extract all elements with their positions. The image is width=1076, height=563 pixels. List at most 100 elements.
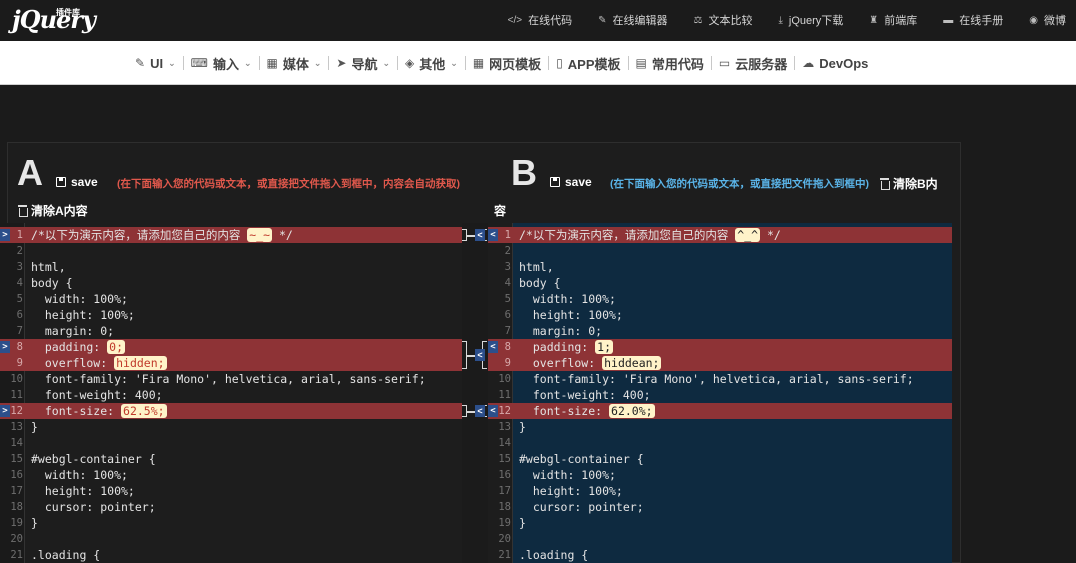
code-segment: font-size: <box>31 404 122 418</box>
panel-b-hint: (在下面输入您的代码或文本，或直接把文件拖入到框中) <box>610 178 869 190</box>
merge-arrow-icon[interactable]: > <box>0 229 10 241</box>
code-text: body { <box>31 276 73 290</box>
line-number: 16 <box>498 469 511 481</box>
site-logo[interactable]: jQuery 插件库 <box>12 5 96 35</box>
code-line: 14 <box>0 435 462 451</box>
top-link-label: 在线手册 <box>959 15 1004 27</box>
line-number: 4 <box>16 277 23 289</box>
merge-connector: < < < <box>462 223 488 563</box>
code-text: } <box>31 516 38 530</box>
code-line: 12 < font-size: 62.0%; <box>488 403 952 419</box>
diff-highlight: 62.0%; <box>609 404 655 418</box>
trash-icon <box>18 205 28 217</box>
line-number: 6 <box>504 309 511 321</box>
code-line: 8 < padding: 1; <box>488 339 952 355</box>
merge-left-arrow-icon[interactable]: < <box>475 229 485 241</box>
code-text: .loading { <box>31 548 101 562</box>
line-number: 3 <box>16 261 23 273</box>
merge-left-arrow-icon[interactable]: < <box>475 349 485 361</box>
floppy-icon <box>550 177 560 187</box>
editor-b[interactable]: 1 </*以下为演示内容，请添加您自己的内容 ^_^ */2 3 html, 4 body… <box>488 223 952 563</box>
code-line: 9 overflow: hiddean; <box>488 355 952 371</box>
nav-item-5[interactable]: ▦ 网页模板 <box>466 54 548 73</box>
line-number: 11 <box>498 389 511 401</box>
nav-item-1[interactable]: ⌨ 输入 ⌄ <box>184 54 259 73</box>
merge-arrow-icon[interactable]: < <box>488 229 498 241</box>
editor-a[interactable]: 1 >/*以下为演示内容，请添加您自己的内容 ~_~ */2 3 html, 4 body… <box>0 223 462 563</box>
weibo-icon: ◉ <box>1029 14 1038 26</box>
nav-item-6[interactable]: ▯ APP模板 <box>549 54 627 73</box>
code-text: #webgl-container { <box>31 452 156 466</box>
logo-text: jQuery <box>12 5 96 34</box>
code-text: .loading { <box>519 548 589 562</box>
nav-item-7[interactable]: ▤ 常用代码 <box>629 54 711 73</box>
code-text: body { <box>519 276 561 290</box>
line-number: 15 <box>10 453 23 465</box>
diff-highlight: 62.5%; <box>121 404 167 418</box>
nav-item-9[interactable]: ☁ DevOps <box>795 56 875 71</box>
line-number: 13 <box>498 421 511 433</box>
code-text: font-family: 'Fira Mono', helvetica, ari… <box>31 372 426 386</box>
line-number: 13 <box>10 421 23 433</box>
nav-item-4[interactable]: ◈ 其他 ⌄ <box>398 54 465 73</box>
nav-item-8[interactable]: ▭ 云服务器 <box>712 54 794 73</box>
merge-arrow-icon[interactable]: > <box>0 405 10 417</box>
save-a-button[interactable]: save <box>56 175 98 189</box>
line-number: 16 <box>10 469 23 481</box>
top-link-6[interactable]: ◉ 微博 <box>1029 12 1066 28</box>
code-text: margin: 0; <box>31 324 115 338</box>
code-line: 21 .loading { <box>0 547 462 563</box>
merge-arrow-icon[interactable]: < <box>488 405 498 417</box>
code-line: 5 width: 100%; <box>0 291 462 307</box>
merge-left-arrow-icon[interactable]: < <box>475 405 485 417</box>
top-link-0[interactable]: </> 在线代码 <box>508 12 572 28</box>
nav-item-2[interactable]: ▦ 媒体 ⌄ <box>260 54 329 73</box>
code-line: 7 margin: 0; <box>0 323 462 339</box>
code-text: cursor: pointer; <box>31 500 156 514</box>
code-line: 20 <box>0 531 462 547</box>
chevron-down-icon: ⌄ <box>243 57 252 68</box>
line-number: 7 <box>16 325 23 337</box>
line-number: 21 <box>10 549 23 561</box>
merge-arrow-icon[interactable]: < <box>488 341 498 353</box>
library-icon: ♜ <box>869 14 879 26</box>
cloud-icon: ☁ <box>802 56 815 70</box>
line-number: 17 <box>498 485 511 497</box>
top-link-1[interactable]: ✎ 在线编辑器 <box>598 12 667 28</box>
code-line: 11 font-weight: 400; <box>0 387 462 403</box>
merge-arrow-icon[interactable]: > <box>0 341 10 353</box>
nav-item-3[interactable]: ➤ 导航 ⌄ <box>329 54 397 73</box>
code-text: width: 100%; <box>31 292 128 306</box>
line-number: 5 <box>16 293 23 305</box>
line-number: 9 <box>504 357 511 369</box>
top-link-2[interactable]: ⚖ 文本比较 <box>694 12 753 28</box>
top-link-4[interactable]: ♜ 前端库 <box>869 12 917 28</box>
code-text: /*以下为演示内容，请添加您自己的内容 ^_^ */ <box>519 227 781 243</box>
line-number: 20 <box>10 533 23 545</box>
keyboard-icon: ⌨ <box>190 56 208 70</box>
code-line: 2 <box>488 243 952 259</box>
code-text: html, <box>519 260 554 274</box>
top-link-label: 微博 <box>1044 15 1066 27</box>
clear-a-button[interactable]: 清除A内容 <box>18 202 88 219</box>
clear-b-button[interactable]: 清除B内 <box>880 175 938 192</box>
top-link-3[interactable]: ⤓ jQuery下载 <box>778 12 843 28</box>
code-line: 17 height: 100%; <box>0 483 462 499</box>
save-b-label: save <box>565 175 592 189</box>
panel-a-letter: A <box>17 152 43 193</box>
line-number: 20 <box>498 533 511 545</box>
top-link-5[interactable]: ▬ 在线手册 <box>943 12 1003 28</box>
code-text: height: 100%; <box>519 484 623 498</box>
code-line: 15 #webgl-container { <box>0 451 462 467</box>
code-text: font-family: 'Fira Mono', helvetica, ari… <box>519 372 914 386</box>
code-line: 8 > padding: 0; <box>0 339 462 355</box>
floppy-icon <box>56 177 66 187</box>
top-links: </> 在线代码 ✎ 在线编辑器 ⚖ 文本比较 ⤓ jQuery下载 ♜ 前端库 ▬ 在线手册 ◉ 微博 <box>508 0 1066 40</box>
save-b-button[interactable]: save <box>550 175 592 189</box>
diff-highlight: ^_^ <box>735 228 761 242</box>
code-line: 12 > font-size: 62.5%; <box>0 403 462 419</box>
top-bar: jQuery 插件库 </> 在线代码 ✎ 在线编辑器 ⚖ 文本比较 ⤓ jQuery下载 ♜ 前… <box>0 0 1076 40</box>
nav-item-0[interactable]: ✎ UI ⌄ <box>128 56 183 71</box>
download-icon: ⤓ <box>778 14 783 26</box>
brush-icon: ✎ <box>135 56 146 70</box>
